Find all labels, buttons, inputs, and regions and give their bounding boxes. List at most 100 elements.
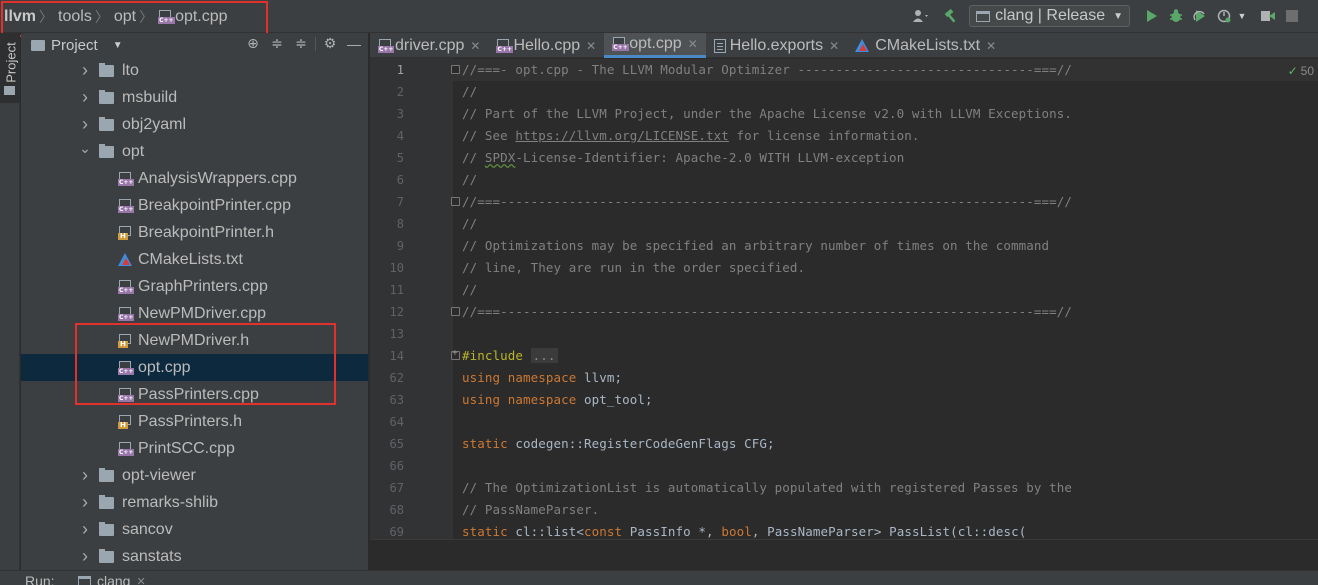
tree-folder[interactable]: › obj2yaml xyxy=(21,111,368,138)
breadcrumb-item[interactable]: opt xyxy=(114,8,136,26)
chevron-down-icon[interactable]: ⌄ xyxy=(77,140,93,157)
chevron-right-icon[interactable]: › xyxy=(77,546,93,567)
code-token: using namespace xyxy=(462,370,577,385)
fold-collapse-icon[interactable] xyxy=(451,65,460,74)
editor-tab[interactable]: Hello.exports ✕ xyxy=(706,33,847,58)
settings-icon[interactable]: ⚙ xyxy=(320,35,340,52)
project-panel-title[interactable]: Project xyxy=(51,37,98,54)
close-icon[interactable]: ✕ xyxy=(688,37,698,51)
tree-folder[interactable]: › msbuild xyxy=(21,84,368,111)
code-line[interactable]: // xyxy=(462,282,477,297)
code-token: llvm; xyxy=(576,370,623,385)
breadcrumb-item[interactable]: llvm xyxy=(4,8,36,26)
breadcrumb-item[interactable]: tools xyxy=(58,8,92,26)
run-configuration-selector[interactable]: clang | Release ▼ xyxy=(969,5,1130,27)
tree-folder[interactable]: › remarks-shlib xyxy=(21,489,368,516)
code-line[interactable]: // Part of the LLVM Project, under the A… xyxy=(462,106,1072,121)
tree-file[interactable]: opt.cpp xyxy=(21,354,368,381)
line-number: 1 xyxy=(396,63,404,77)
debug-icon[interactable] xyxy=(1164,5,1188,27)
editor-tab[interactable]: Hello.cpp ✕ xyxy=(488,33,604,58)
code-line[interactable]: // See https://llvm.org/LICENSE.txt for … xyxy=(462,128,920,143)
code-line[interactable]: using namespace opt_tool; xyxy=(462,392,653,407)
tree-folder[interactable]: › sancov xyxy=(21,516,368,543)
user-icon[interactable] xyxy=(909,5,933,27)
code-line[interactable]: // line, They are run in the order speci… xyxy=(462,260,805,275)
code-line[interactable]: //===- opt.cpp - The LLVM Modular Optimi… xyxy=(462,62,1072,77)
code-token: //===- opt.cpp - The LLVM Modular Optimi… xyxy=(462,62,1073,77)
editor-tab[interactable]: CMakeLists.txt ✕ xyxy=(847,33,1004,58)
close-icon[interactable]: ✕ xyxy=(829,39,839,53)
bottom-tool-bar: Run: clang ✕ xyxy=(0,570,1318,585)
stop-icon[interactable] xyxy=(1280,5,1304,27)
tree-file[interactable]: GraphPrinters.cpp xyxy=(21,273,368,300)
chevron-right-icon[interactable]: › xyxy=(77,114,93,135)
code-line[interactable]: // xyxy=(462,172,477,187)
close-icon[interactable]: ✕ xyxy=(136,575,145,585)
code-token[interactable]: ... xyxy=(530,348,558,363)
chevron-right-icon[interactable]: › xyxy=(77,465,93,486)
fold-collapse-icon[interactable] xyxy=(451,307,460,316)
chevron-right-icon[interactable]: › xyxy=(77,87,93,108)
tree-folder[interactable]: ⌄ opt xyxy=(21,138,368,165)
code-line[interactable]: // xyxy=(462,216,477,231)
code-token[interactable]: https://llvm.org/LICENSE.txt xyxy=(515,128,729,143)
tree-file[interactable]: NewPMDriver.h xyxy=(21,327,368,354)
tree-file[interactable]: NewPMDriver.cpp xyxy=(21,300,368,327)
tree-file[interactable]: PassPrinters.h xyxy=(21,408,368,435)
attach-icon[interactable] xyxy=(1256,5,1280,27)
code-line[interactable]: // The OptimizationList is automatically… xyxy=(462,480,1072,495)
inspection-status[interactable]: ✓ 50 xyxy=(1288,64,1314,78)
line-number: 63 xyxy=(389,393,404,407)
code-token: static xyxy=(462,524,508,539)
tree-item-label: PassPrinters.h xyxy=(138,412,243,430)
breadcrumb-separator-icon: 〉 xyxy=(94,9,109,25)
editor-tab-label: opt.cpp xyxy=(629,35,682,52)
editor-tab[interactable]: opt.cpp ✕ xyxy=(604,33,706,58)
code-editor[interactable]: 1 2 3 4 5 6 7 8 9 10 11 12 13 14 62 63 64 65 66 67 68 69 //==… xyxy=(370,58,1318,539)
fold-collapse-icon[interactable] xyxy=(451,197,460,206)
run-tab[interactable]: clang ✕ xyxy=(78,573,146,585)
close-icon[interactable]: ✕ xyxy=(986,39,996,53)
tree-folder[interactable]: › sanstats xyxy=(21,543,368,570)
build-hammer-icon[interactable] xyxy=(939,5,963,27)
expand-all-icon[interactable]: ≑ xyxy=(267,35,287,52)
tree-folder[interactable]: › lto xyxy=(21,57,368,84)
tree-file[interactable]: BreakpointPrinter.h xyxy=(21,219,368,246)
code-line[interactable]: static codegen::RegisterCodeGenFlags CFG… xyxy=(462,436,775,451)
tree-file[interactable]: CMakeLists.txt xyxy=(21,246,368,273)
collapse-all-icon[interactable]: ≑ xyxy=(291,35,311,52)
code-line[interactable]: // xyxy=(462,84,477,99)
code-line[interactable]: // Optimizations may be specified an arb… xyxy=(462,238,1049,253)
tree-file[interactable]: PrintSCC.cpp xyxy=(21,435,368,462)
close-icon[interactable]: ✕ xyxy=(586,39,596,53)
tree-file[interactable]: AnalysisWrappers.cpp xyxy=(21,165,368,192)
code-line[interactable]: // PassNameParser. xyxy=(462,502,599,517)
coverage-icon[interactable] xyxy=(1188,5,1212,27)
editor-tab[interactable]: driver.cpp ✕ xyxy=(370,33,488,58)
tree-file[interactable]: BreakpointPrinter.cpp xyxy=(21,192,368,219)
code-line[interactable]: //===-----------------------------------… xyxy=(462,194,1072,209)
code-line[interactable]: static cl::list<const PassInfo *, bool, … xyxy=(462,524,1026,539)
chevron-right-icon[interactable]: › xyxy=(77,60,93,81)
run-icon[interactable] xyxy=(1140,5,1164,27)
chevron-right-icon[interactable]: › xyxy=(77,519,93,540)
hide-icon[interactable]: — xyxy=(344,36,364,52)
chevron-down-icon[interactable]: ▼ xyxy=(113,40,123,51)
project-tool-tab[interactable]: Project xyxy=(0,33,20,103)
code-line[interactable]: using namespace llvm; xyxy=(462,370,622,385)
line-number: 7 xyxy=(396,195,404,209)
chevron-right-icon[interactable]: › xyxy=(77,492,93,513)
folder-icon xyxy=(99,521,114,536)
close-icon[interactable]: ✕ xyxy=(470,39,480,53)
code-line[interactable]: // SPDX-License-Identifier: Apache-2.0 W… xyxy=(462,150,904,165)
tree-file[interactable]: PassPrinters.cpp xyxy=(21,381,368,408)
chevron-down-icon[interactable]: ▼ xyxy=(1236,5,1248,27)
code-line[interactable]: #include ... xyxy=(462,348,558,363)
breadcrumb-item[interactable]: opt.cpp xyxy=(158,8,228,26)
tree-folder[interactable]: › opt-viewer xyxy=(21,462,368,489)
locate-icon[interactable]: ⊕ xyxy=(243,35,263,52)
profile-icon[interactable] xyxy=(1212,5,1236,27)
fold-expand-icon[interactable] xyxy=(451,348,460,360)
code-line[interactable]: //===-----------------------------------… xyxy=(462,304,1072,319)
